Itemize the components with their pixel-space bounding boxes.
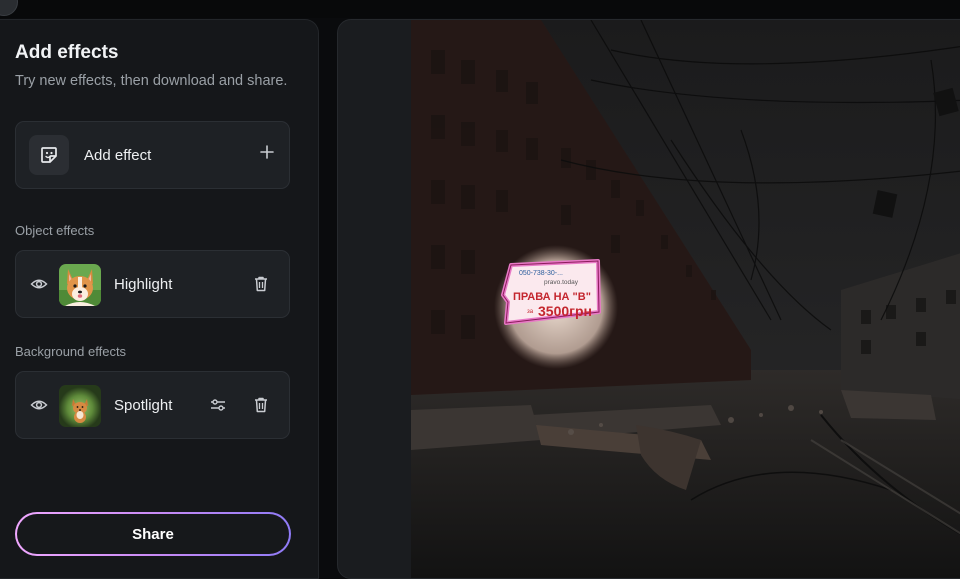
- background-effect-item[interactable]: Spotlight: [15, 371, 290, 439]
- sign-line1: ПРАВА НА "В": [513, 291, 591, 303]
- share-button[interactable]: Share: [15, 512, 291, 556]
- eye-icon[interactable]: [30, 276, 48, 292]
- sign-price: 3500грн: [538, 303, 592, 319]
- corgi-on-grass-thumbnail: [59, 385, 101, 427]
- sign-site: pravo.today: [544, 279, 579, 286]
- preview-canvas: 050-738-30-... pravo.today ПРАВА НА "В" …: [337, 19, 960, 579]
- highlighted-sign: 050-738-30-... pravo.today ПРАВА НА "В" …: [501, 259, 601, 325]
- top-bar: [0, 0, 960, 18]
- eye-icon[interactable]: [30, 397, 48, 413]
- trash-icon[interactable]: [253, 396, 269, 414]
- panel-subtitle: Try new effects, then download and share…: [15, 73, 288, 89]
- object-effect-item[interactable]: Highlight: [15, 250, 290, 318]
- sign-price-prefix: за: [527, 309, 534, 315]
- street-photo: 050-738-30-... pravo.today ПРАВА НА "В" …: [411, 20, 960, 578]
- add-effect-label: Add effect: [84, 147, 152, 164]
- background-effect-label: Spotlight: [114, 397, 173, 414]
- object-effects-heading: Object effects: [15, 223, 95, 238]
- panel-title: Add effects: [15, 42, 119, 63]
- object-effect-label: Highlight: [114, 276, 173, 293]
- corgi-portrait-thumbnail: [59, 264, 101, 306]
- background-effects-heading: Background effects: [15, 344, 127, 359]
- adjust-settings-icon[interactable]: [210, 398, 226, 412]
- avatar[interactable]: [0, 0, 18, 16]
- trash-icon[interactable]: [253, 275, 269, 293]
- sticker-icon: [29, 135, 69, 175]
- plus-icon: [260, 145, 274, 159]
- add-effect-button[interactable]: Add effect: [15, 121, 290, 189]
- sign-phone: 050-738-30-...: [519, 270, 563, 277]
